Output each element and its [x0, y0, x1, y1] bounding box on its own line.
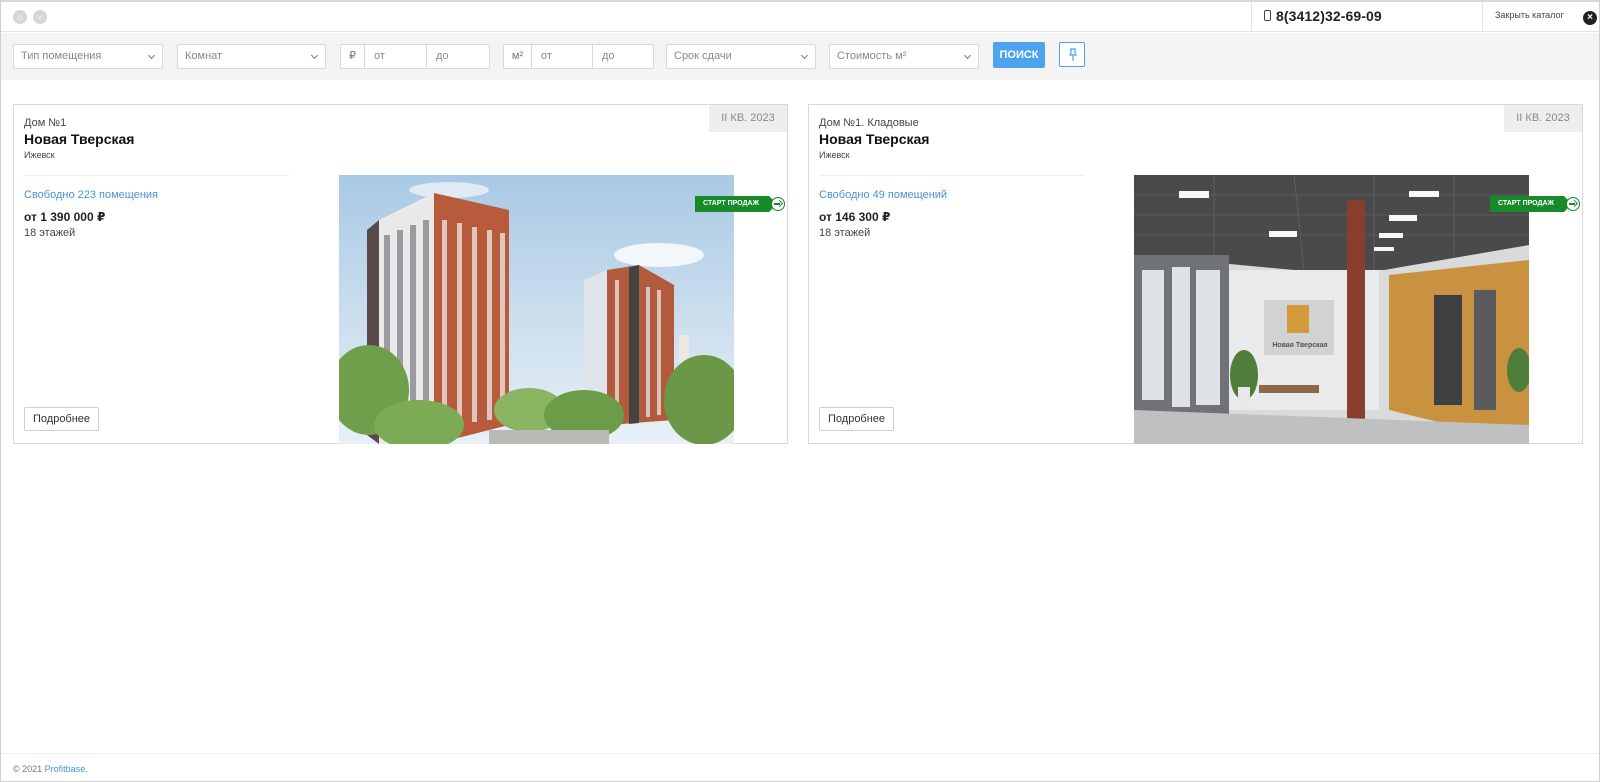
- divider: [24, 175, 289, 176]
- card-price: от 146 300 ₽: [819, 210, 891, 224]
- phone-number[interactable]: 8(3412)32-69-09: [1276, 8, 1382, 24]
- rooms-select-label: Комнат: [185, 50, 223, 62]
- card-city: Ижевск: [819, 150, 850, 160]
- close-icon[interactable]: ×: [1583, 11, 1597, 25]
- type-select-label: Тип помещения: [21, 50, 102, 62]
- enter-icon: [1566, 197, 1580, 211]
- price-range: ₽ от до: [340, 44, 490, 69]
- copyright: © 2021: [13, 764, 43, 774]
- badge-label: СТАРТ ПРОДАЖ: [695, 196, 777, 212]
- back-icon[interactable]: ‹: [33, 10, 47, 24]
- top-bar: ⌂ ‹ 8(3412)32-69-09 Закрыть каталог ×: [1, 2, 1599, 32]
- chevron-down-icon: [800, 51, 809, 60]
- badge-label: СТАРТ ПРОДАЖ: [1490, 196, 1572, 212]
- phone-box: 8(3412)32-69-09: [1251, 2, 1483, 32]
- sales-start-badge[interactable]: СТАРТ ПРОДАЖ: [1490, 196, 1582, 212]
- price-to-input[interactable]: до: [427, 45, 489, 68]
- card-quarter: II КВ. 2023: [1504, 105, 1582, 132]
- profitbase-link[interactable]: Profitbase.: [45, 764, 88, 774]
- card-free-count[interactable]: Свободно 223 помещения: [24, 189, 158, 201]
- card-house: Дом №1: [24, 117, 67, 129]
- sqm-price-select[interactable]: Стоимость м²: [829, 44, 979, 69]
- pin-button[interactable]: [1059, 42, 1085, 67]
- price-from-input[interactable]: от: [365, 45, 427, 68]
- card-title: Новая Тверская: [24, 131, 135, 147]
- sales-start-badge[interactable]: СТАРТ ПРОДАЖ: [695, 196, 787, 212]
- card-title: Новая Тверская: [819, 131, 930, 147]
- phone-icon: [1264, 10, 1271, 21]
- deadline-select-label: Срок сдачи: [674, 50, 732, 62]
- lobby-sign-text: Новая Тверская: [1272, 342, 1327, 349]
- lobby-photo[interactable]: Новая Тверская: [1134, 175, 1529, 444]
- card-free-count[interactable]: Свободно 49 помещений: [819, 189, 947, 201]
- project-card[interactable]: Дом №1 Новая Тверская Ижевск Свободно 22…: [13, 104, 788, 444]
- search-button[interactable]: ПОИСК: [993, 42, 1045, 68]
- card-floors: 18 этажей: [819, 227, 871, 239]
- enter-icon: [771, 197, 785, 211]
- type-select[interactable]: Тип помещения: [13, 44, 163, 69]
- details-button[interactable]: Подробнее: [24, 407, 100, 431]
- chevron-down-icon: [310, 51, 319, 60]
- deadline-select[interactable]: Срок сдачи: [666, 44, 816, 69]
- home-icon[interactable]: ⌂: [13, 10, 27, 24]
- building-photo[interactable]: [339, 175, 734, 444]
- card-quarter: II КВ. 2023: [709, 105, 787, 132]
- card-floors: 18 этажей: [24, 227, 76, 239]
- card-city: Ижевск: [24, 150, 55, 160]
- area-range: м² от до: [503, 44, 654, 69]
- chevron-down-icon: [147, 51, 156, 60]
- card-house: Дом №1. Кладовые: [819, 117, 919, 129]
- project-card[interactable]: Дом №1. Кладовые Новая Тверская Ижевск С…: [808, 104, 1583, 444]
- chevron-down-icon: [963, 51, 972, 60]
- divider: [819, 175, 1084, 176]
- card-price: от 1 390 000 ₽: [24, 210, 106, 224]
- filter-bar: Тип помещения Комнат ₽ от до м² от до Ср…: [1, 33, 1599, 80]
- area-from-input[interactable]: от: [532, 45, 593, 68]
- footer-divider: [1, 753, 1599, 754]
- area-unit: м²: [504, 45, 532, 68]
- close-catalog-link[interactable]: Закрыть каталог: [1495, 10, 1564, 20]
- details-button[interactable]: Подробнее: [819, 407, 895, 431]
- area-to-input[interactable]: до: [593, 45, 653, 68]
- sqm-price-select-label: Стоимость м²: [837, 50, 907, 62]
- rooms-select[interactable]: Комнат: [177, 44, 326, 69]
- footer: © 2021 Profitbase.: [13, 764, 88, 774]
- pin-icon: [1069, 48, 1077, 61]
- price-unit: ₽: [341, 45, 365, 68]
